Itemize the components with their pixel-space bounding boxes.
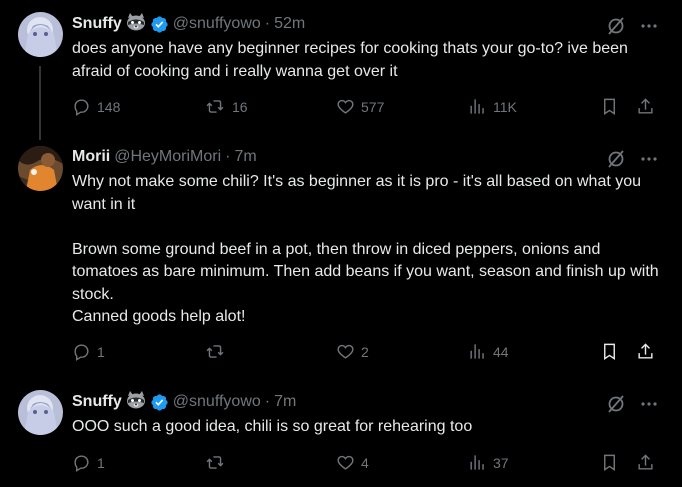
tweet-actions: 1 4 37	[72, 453, 658, 475]
repost-button[interactable]	[204, 342, 232, 361]
tweet-header: Morii @HeyMoriMori · 7m	[72, 147, 257, 167]
views-button[interactable]: 37	[468, 453, 509, 472]
verified-badge-icon[interactable]	[150, 393, 169, 412]
tweet-text: OOO such a good idea, chili is so great …	[72, 416, 662, 439]
avatar-snuffy[interactable]	[18, 390, 63, 435]
reply-icon	[74, 344, 89, 361]
tweet-text-line: OOO such a good idea, chili is so great …	[72, 418, 473, 435]
avatar-morii[interactable]	[18, 146, 63, 191]
share-icon	[638, 98, 653, 114]
like-count: 577	[361, 98, 385, 115]
reply-count: 1	[97, 454, 105, 471]
share-button[interactable]	[636, 453, 655, 472]
share-icon	[638, 454, 653, 470]
like-button[interactable]: 4	[336, 453, 369, 472]
timestamp[interactable]: 52m	[274, 15, 305, 33]
more-icon[interactable]	[640, 395, 658, 418]
bookmark-button[interactable]	[600, 97, 619, 116]
tweet-text-line: Why not make some chili? It's as beginne…	[72, 173, 642, 213]
tweet-text-line: Canned goods help alot!	[72, 308, 246, 325]
bookmark-icon	[604, 454, 615, 471]
separator-dot: ·	[225, 148, 231, 165]
display-name[interactable]: Morii	[72, 148, 110, 166]
reply-button[interactable]: 148	[72, 97, 120, 116]
reply-count: 1	[97, 343, 105, 360]
tweet-actions: 1 2 44	[72, 342, 658, 364]
raccoon-emoji-icon	[126, 12, 146, 36]
bookmark-icon	[604, 343, 615, 360]
tweet-text: Why not make some chili? It's as beginne…	[72, 171, 662, 329]
views-count: 11K	[493, 98, 517, 115]
like-count: 4	[361, 454, 369, 471]
like-button[interactable]: 577	[336, 97, 384, 116]
repost-button[interactable]: 16	[204, 97, 248, 116]
more-icon[interactable]	[640, 150, 658, 173]
share-button[interactable]	[636, 97, 655, 116]
reply-icon	[74, 455, 89, 472]
tweet-header: Snuffy @snuffyowo · 7m	[72, 390, 296, 414]
like-button[interactable]: 2	[336, 342, 369, 361]
tweet-3[interactable]: Snuffy @snuffyowo · 7m OOO such a good i…	[0, 376, 682, 487]
repost-icon	[206, 100, 224, 113]
more-icon[interactable]	[640, 17, 658, 40]
share-icon	[638, 343, 653, 359]
separator-dot: ·	[264, 15, 271, 32]
tweet-2[interactable]: Morii @HeyMoriMori · 7m Why not make som…	[0, 140, 682, 376]
like-icon	[337, 344, 354, 359]
views-icon	[470, 99, 484, 114]
avatar-snuffy[interactable]	[18, 12, 63, 57]
display-name[interactable]: Snuffy	[72, 15, 122, 33]
repost-icon	[206, 345, 224, 358]
separator-dot: ·	[264, 393, 271, 410]
tweet-actions: 148 16 577 11K	[72, 97, 658, 119]
reply-button[interactable]: 1	[72, 342, 105, 361]
share-button[interactable]	[636, 342, 655, 361]
like-icon	[337, 455, 354, 470]
views-count: 37	[493, 454, 509, 471]
like-count: 2	[361, 343, 369, 360]
views-button[interactable]: 44	[468, 342, 509, 361]
handle[interactable]: @snuffyowo	[173, 393, 261, 411]
bookmark-button[interactable]	[600, 342, 619, 361]
views-count: 44	[493, 343, 509, 360]
repost-count: 16	[232, 98, 248, 115]
views-button[interactable]: 11K	[468, 97, 517, 116]
views-icon	[470, 455, 484, 470]
tweet-text-line: Brown some ground beef in a pot, then th…	[72, 240, 659, 303]
handle[interactable]: @HeyMoriMori	[114, 148, 221, 166]
tweet-header: Snuffy @snuffyowo · 52m	[72, 12, 305, 36]
bookmark-icon	[604, 98, 615, 115]
display-name[interactable]: Snuffy	[72, 393, 122, 411]
reply-count: 148	[97, 98, 121, 115]
tweet-1[interactable]: Snuffy @snuffyowo · 52m does anyone have…	[0, 0, 682, 140]
handle[interactable]: @snuffyowo	[173, 15, 261, 33]
repost-button[interactable]	[204, 453, 232, 472]
tweet-text: does anyone have any beginner recipes fo…	[72, 38, 662, 83]
bookmark-button[interactable]	[600, 453, 619, 472]
like-icon	[337, 99, 354, 114]
reply-button[interactable]: 1	[72, 453, 105, 472]
timestamp[interactable]: 7m	[234, 148, 256, 166]
reply-icon	[74, 99, 89, 116]
repost-icon	[206, 456, 224, 469]
raccoon-emoji-icon	[126, 390, 146, 414]
views-icon	[470, 344, 484, 359]
tweet-text-line: does anyone have any beginner recipes fo…	[72, 40, 628, 80]
verified-badge-icon[interactable]	[150, 15, 169, 34]
timestamp[interactable]: 7m	[274, 393, 296, 411]
